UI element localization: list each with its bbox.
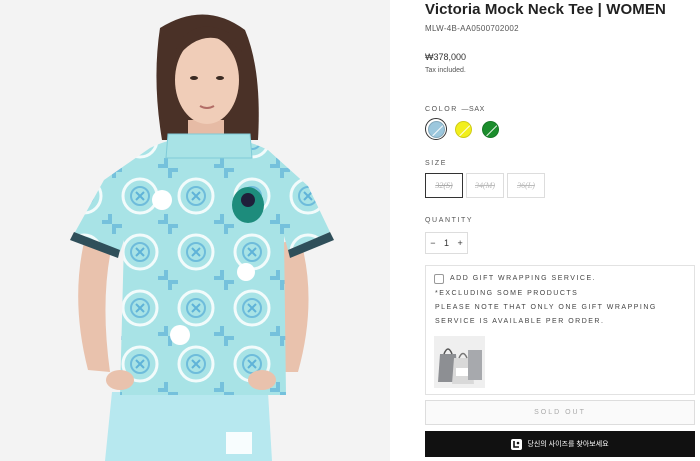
size-label: SIZE	[425, 160, 447, 167]
size-options: 32(S) 34(M) 36(L)	[425, 173, 545, 198]
gift-note-line2: SERVICE IS AVAILABLE PER ORDER.	[435, 318, 605, 325]
size-option-36l[interactable]: 36(L)	[507, 173, 545, 198]
gift-note-line1: PLEASE NOTE THAT ONLY ONE GIFT WRAPPING	[435, 304, 657, 311]
color-label-text: COLOR	[425, 106, 458, 113]
size-finder-logo-icon	[511, 438, 523, 450]
product-title: Victoria Mock Neck Tee | WOMEN	[425, 1, 666, 18]
swatch-green-dot	[481, 120, 499, 138]
swatch-sax-dot	[427, 120, 445, 138]
swatch-sax[interactable]	[425, 118, 447, 140]
find-your-size-label: 당신의 사이즈를 찾아보세요	[527, 441, 609, 448]
gift-wrapping-box: ADD GIFT WRAPPING SERVICE. *EXCLUDING SO…	[425, 265, 695, 395]
swatch-yellow[interactable]	[452, 118, 474, 140]
product-image	[0, 0, 390, 461]
gift-wrapping-checkbox[interactable]	[434, 274, 444, 284]
quantity-decrease-button[interactable]: −	[430, 238, 435, 248]
gift-wrapping-image	[434, 336, 485, 388]
color-swatches	[425, 118, 501, 140]
product-sku: MLW-4B-AA0500702002	[425, 24, 519, 33]
size-option-32s[interactable]: 32(S)	[425, 173, 463, 198]
gift-note-excluding: *EXCLUDING SOME PRODUCTS	[435, 290, 579, 297]
color-label: COLOR —SAX	[425, 106, 485, 113]
gift-wrapping-title: ADD GIFT WRAPPING SERVICE.	[450, 275, 597, 282]
quantity-label: QUANTITY	[425, 217, 474, 224]
size-option-34m[interactable]: 34(M)	[466, 173, 504, 198]
swatch-yellow-dot	[454, 120, 472, 138]
find-your-size-button[interactable]: 당신의 사이즈를 찾아보세요	[425, 431, 695, 457]
tax-note: Tax included.	[425, 67, 466, 74]
gift-bags-illustration	[434, 336, 485, 388]
color-selected-value: —SAX	[461, 106, 485, 113]
swatch-green[interactable]	[479, 118, 501, 140]
quantity-increase-button[interactable]: +	[457, 238, 462, 248]
model-photo-illustration	[0, 0, 390, 461]
quantity-stepper: − 1 +	[425, 232, 468, 254]
sold-out-button[interactable]: SOLD OUT	[425, 400, 695, 425]
product-price: ₩378,000	[425, 52, 467, 62]
quantity-value: 1	[443, 238, 449, 248]
